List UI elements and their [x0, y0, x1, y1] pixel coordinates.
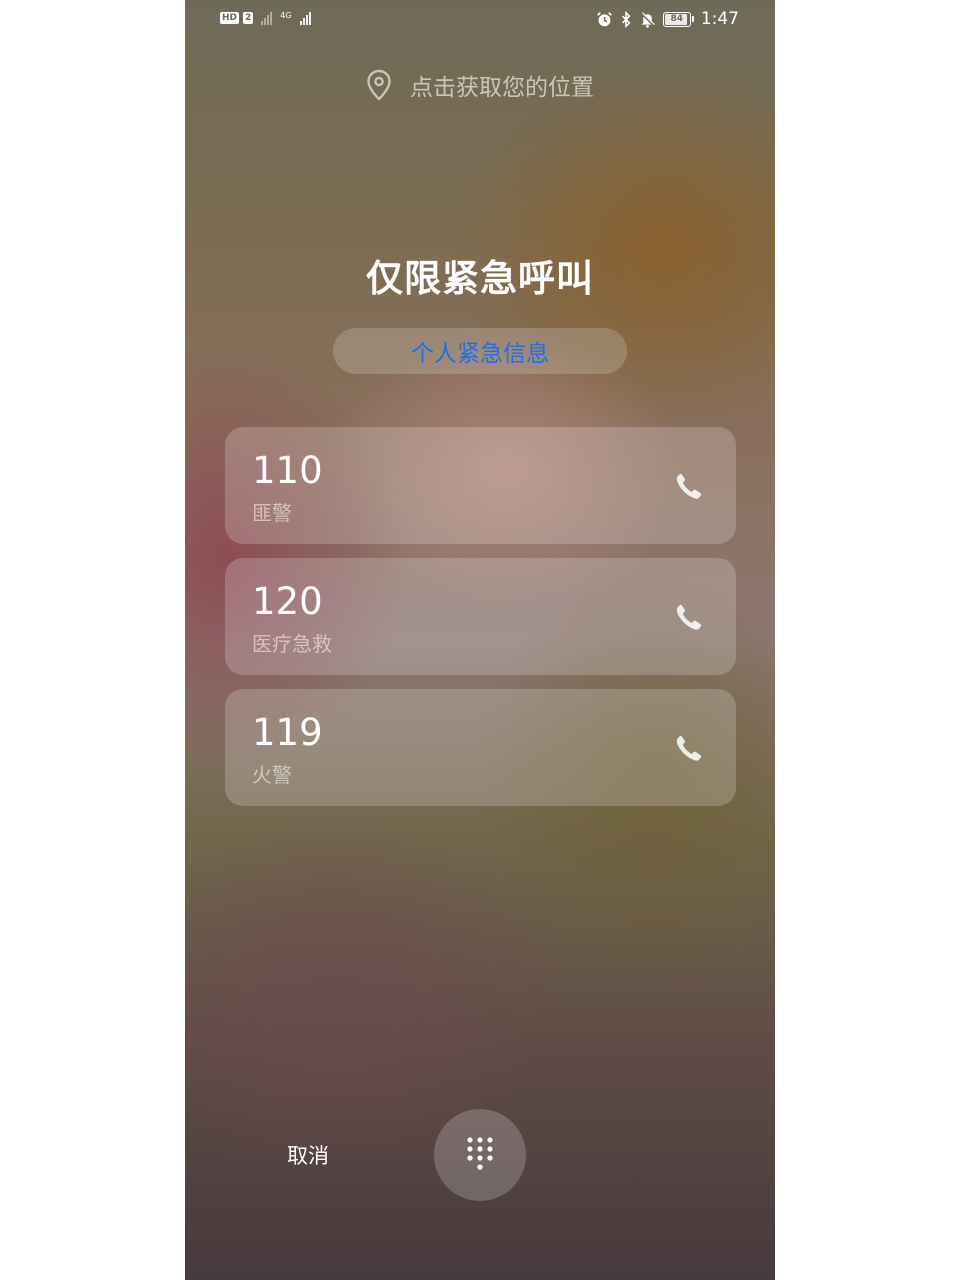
emergency-label: 匪警: [252, 501, 292, 525]
battery-icon: 84: [662, 11, 694, 27]
dialpad-button[interactable]: [434, 1109, 526, 1201]
mute-bell-icon: [640, 11, 655, 28]
alarm-icon: [596, 11, 612, 26]
location-label: 点击获取您的位置: [410, 75, 594, 101]
network-type-label: 4G: [280, 11, 292, 20]
emergency-number: 110: [252, 449, 323, 492]
bluetooth-icon: [621, 10, 631, 28]
emergency-number: 119: [252, 711, 323, 754]
status-right: 84 1:47: [596, 9, 739, 29]
emergency-label: 火警: [252, 763, 292, 787]
status-bar: HD 2 4G 84 1:47: [185, 0, 775, 40]
dialpad-icon: [467, 1137, 493, 1170]
phone-icon: [676, 473, 702, 499]
page-title: 仅限紧急呼叫: [366, 257, 594, 300]
phone-icon: [676, 604, 702, 630]
location-pin-icon: [367, 69, 391, 101]
emergency-card-110[interactable]: 110 匪警: [225, 427, 736, 544]
hd-badge: HD: [220, 12, 240, 24]
phone-icon: [676, 735, 702, 761]
sim-badge: 2: [243, 12, 254, 24]
emergency-call-screen: HD 2 4G 84 1:47 点击获取您的位置 仅限紧急呼叫 个人紧急信息 1…: [185, 0, 775, 1280]
emergency-card-119[interactable]: 119 火警: [225, 689, 736, 806]
status-left: HD 2 4G: [220, 11, 311, 25]
emergency-label: 医疗急救: [252, 632, 332, 656]
emergency-number: 120: [252, 580, 323, 623]
status-time: 1:47: [700, 9, 739, 29]
cancel-button[interactable]: 取消: [287, 1140, 329, 1170]
personal-emergency-info-button[interactable]: 个人紧急信息: [333, 328, 627, 374]
signal-strength-icon-2: [299, 11, 311, 25]
emergency-card-120[interactable]: 120 医疗急救: [225, 558, 736, 675]
battery-level: 84: [670, 14, 684, 24]
signal-strength-icon: [261, 11, 273, 25]
get-location-button[interactable]: 点击获取您的位置: [185, 68, 775, 102]
